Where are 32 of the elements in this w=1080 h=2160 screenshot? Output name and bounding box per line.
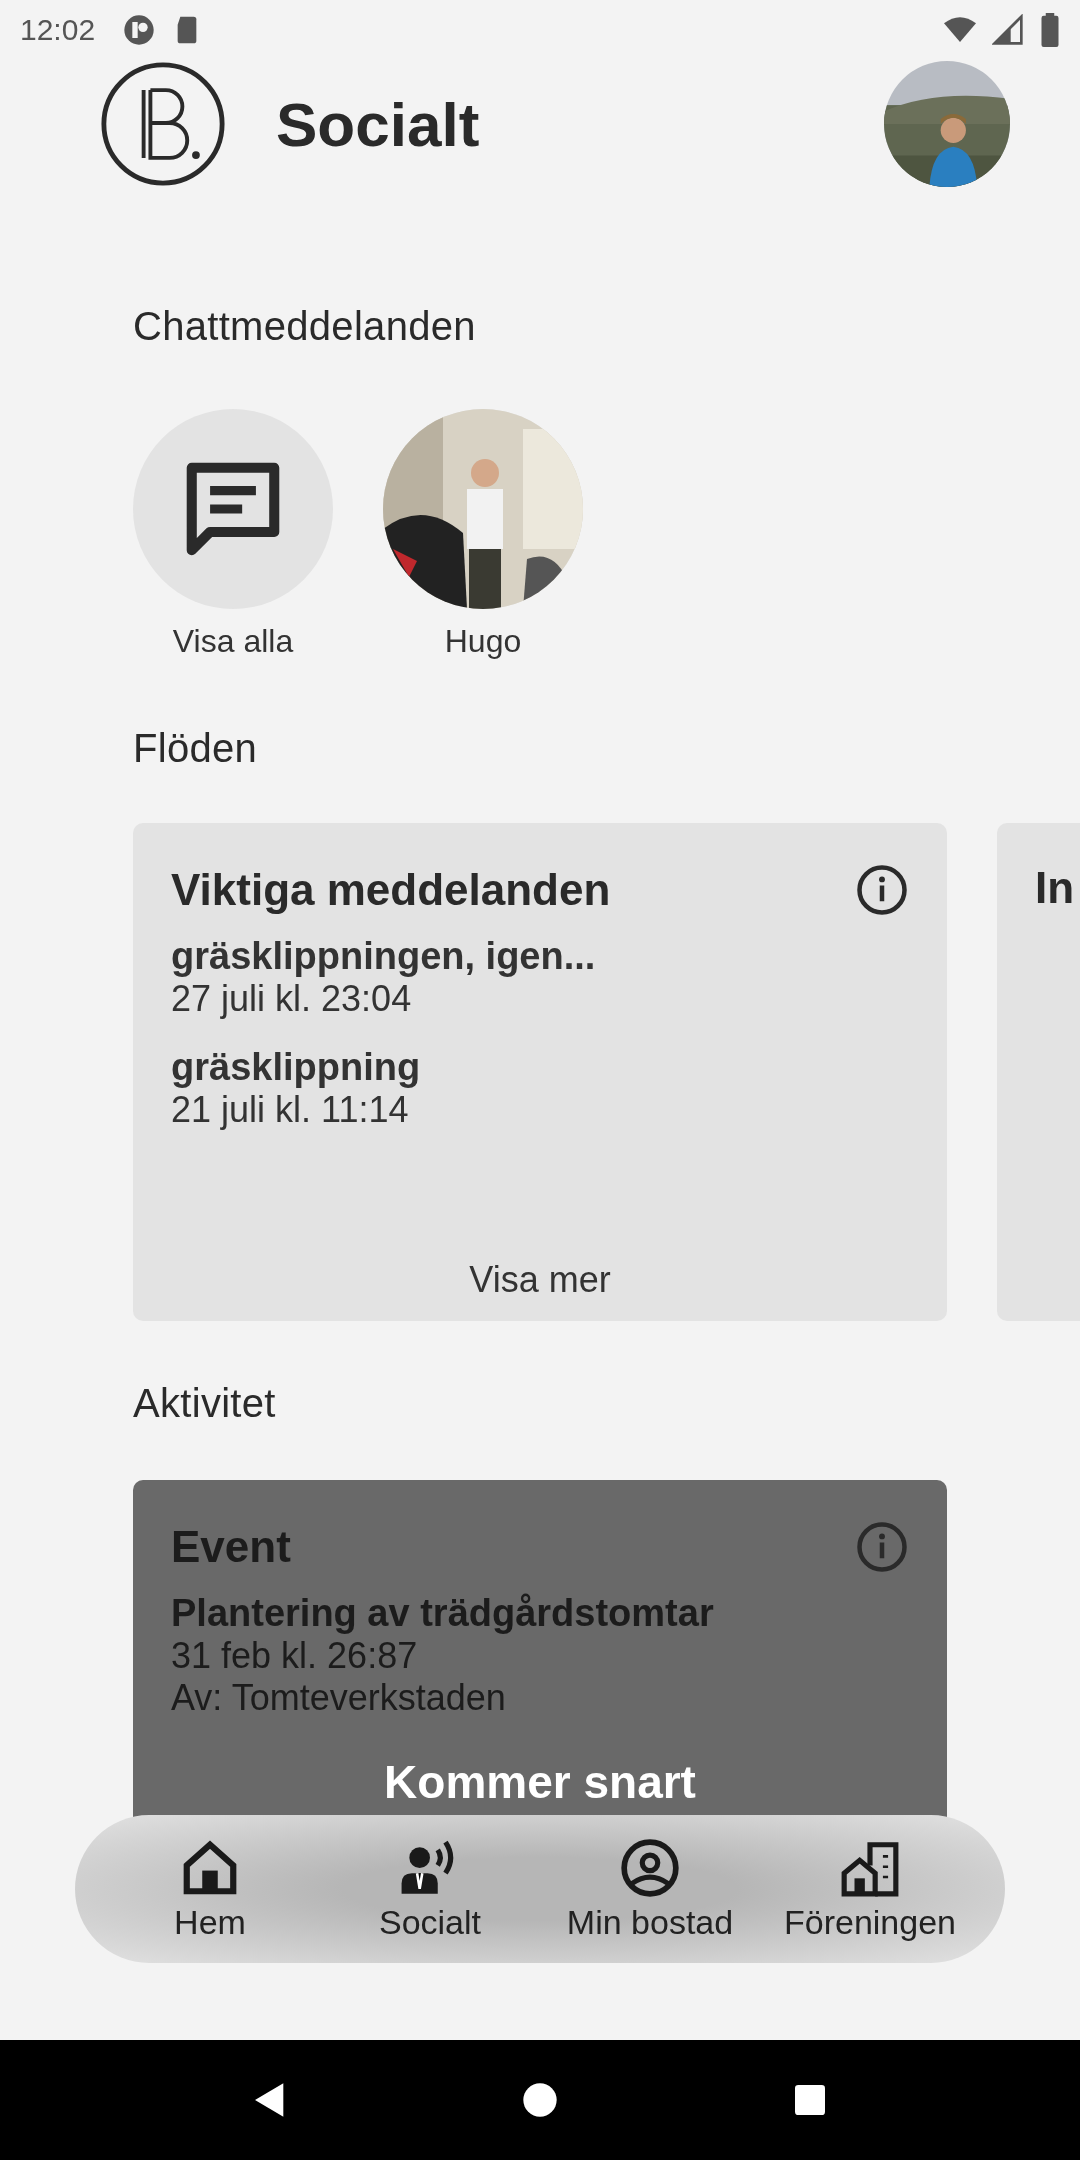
logo-icon <box>100 61 226 187</box>
message-date: 27 juli kl. 23:04 <box>171 978 412 1020</box>
message-title[interactable]: gräsklippningen, igen... <box>171 935 596 978</box>
message-date: 21 juli kl. 11:14 <box>171 1089 409 1131</box>
battery-icon <box>1040 13 1060 47</box>
message-title[interactable]: gräsklippning <box>171 1046 421 1089</box>
status-time: 12:02 <box>20 13 96 47</box>
nav-tab[interactable]: Min bostad <box>562 1836 738 1942</box>
info-icon[interactable] <box>855 863 909 917</box>
feed-card[interactable]: In <box>997 823 1080 1321</box>
card-title: Viktiga meddelanden <box>171 865 611 915</box>
card-title: Event <box>171 1522 291 1572</box>
user-circle-icon <box>619 1836 681 1899</box>
feed-card[interactable]: Viktiga meddelanden gräsklippningen, igen... 27 juli kl. 23:04 gräsklippning 21 juli kl. 11:14 Visa mer <box>133 823 947 1321</box>
app-notification-icon <box>123 14 156 46</box>
event-date: 31 feb kl. 26:87 <box>171 1635 418 1677</box>
signal-icon <box>992 14 1024 46</box>
chat-label: Visa alla <box>172 623 294 660</box>
event-organizer: Av: Tomteverkstaden <box>171 1677 506 1719</box>
chat-label: Hugo <box>444 623 522 660</box>
nav-tab[interactable]: Hem <box>170 1836 250 1942</box>
card-title: In <box>1035 863 1075 913</box>
page-title: Socialt <box>276 88 480 160</box>
coming-soon-label: Kommer snart <box>384 1755 696 1809</box>
home-button-icon[interactable] <box>520 2080 560 2120</box>
section-heading: Aktivitet <box>133 1381 277 1426</box>
section-heading: Flöden <box>133 726 259 771</box>
nav-tab[interactable]: Föreningen <box>780 1836 960 1942</box>
show-more-link[interactable]: Visa mer <box>469 1259 611 1301</box>
nav-tab[interactable]: Socialt <box>374 1836 486 1942</box>
event-title: Plantering av trädgårdstomtar <box>171 1592 714 1635</box>
section-heading: Chattmeddelanden <box>133 304 477 349</box>
